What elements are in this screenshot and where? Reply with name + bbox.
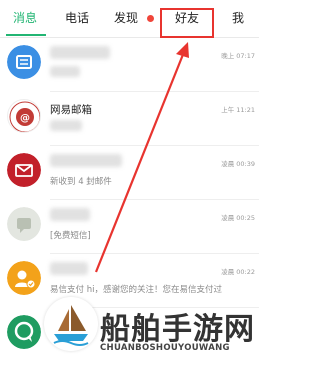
chat-time: 晚上 07:17 [221, 52, 255, 60]
chat-preview: 新收到 4 封邮件 [50, 177, 112, 187]
chat-time: 凌晨 00:22 [221, 268, 255, 276]
tab-me[interactable]: 我 [218, 0, 258, 36]
tab-phone[interactable]: 电话 [52, 0, 102, 36]
chat-row[interactable]: @ 网易邮箱 上午 11:21 [0, 92, 259, 146]
active-tab-indicator [6, 34, 46, 36]
chat-time: 凌晨 00:39 [221, 160, 255, 168]
watermark-title: 船舶手游网 [100, 312, 255, 347]
watermark-subtitle: CHUANBOSHOUYOUWANG [100, 343, 230, 353]
ship-logo-icon [44, 297, 98, 351]
chat-preview: 易信支付 hi，感谢您的关注！您在易信支付过 [50, 285, 222, 295]
chat-row[interactable]: 新收到 4 封邮件 凌晨 00:39 [0, 146, 259, 200]
blurred-contact-name [50, 208, 90, 221]
chat-time: 凌晨 00:25 [221, 214, 255, 222]
mail-logo-icon: @ [7, 99, 41, 133]
blurred-contact-name [50, 154, 122, 167]
tab-messages[interactable]: 消息 [0, 0, 50, 36]
chat-row[interactable]: 晚上 07:17 [0, 38, 259, 92]
pay-icon [7, 261, 41, 295]
chat-name: 网易邮箱 [50, 104, 92, 116]
discover-notification-dot [147, 15, 154, 22]
chat-row[interactable]: 易信支付 hi，感谢您的关注！您在易信支付过 凌晨 00:22 [0, 254, 259, 308]
blurred-preview [50, 66, 80, 77]
svg-text:@: @ [20, 113, 30, 124]
blurred-contact-name [50, 46, 110, 59]
blurred-contact-name [50, 262, 88, 275]
mail-icon [7, 153, 41, 187]
blurred-preview [50, 120, 82, 131]
chat-row[interactable]: [免费短信] 凌晨 00:25 [0, 200, 259, 254]
chat-time: 上午 11:21 [221, 106, 255, 114]
friends-tab-highlight-box [160, 8, 214, 38]
chat-preview: [免费短信] [50, 231, 91, 241]
sms-icon [7, 207, 41, 241]
top-tab-bar: 消息 电话 发现 好友 我 [0, 0, 259, 38]
chat-bubble-icon [7, 315, 41, 349]
folder-icon [7, 45, 41, 79]
